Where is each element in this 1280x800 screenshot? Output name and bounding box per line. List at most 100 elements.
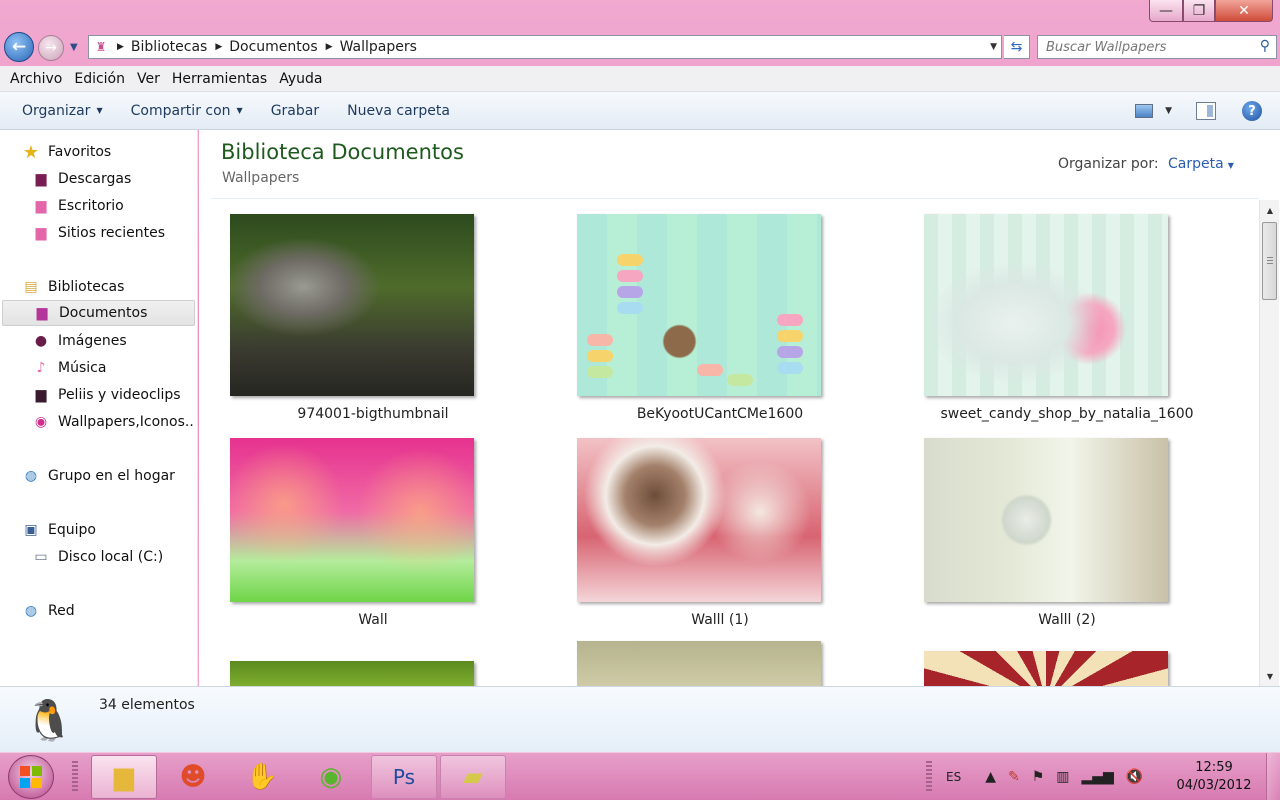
file-name: Walll (1) [691,612,749,628]
network-warning-icon[interactable]: ✎ [1008,769,1020,785]
show-hidden-icons-icon[interactable]: ▲ [985,769,996,785]
sidebar-item-imagenes[interactable]: ● Imágenes [32,328,127,354]
file-thumbnail [230,214,474,396]
file-item[interactable]: BeKyootUCantCMe1600 [546,214,894,429]
taskbar-grip[interactable] [72,761,78,793]
close-button[interactable]: ✕ [1215,0,1273,22]
scroll-down-icon[interactable]: ▼ [1260,668,1280,684]
file-item[interactable] [893,651,1241,686]
breadcrumb-documentos[interactable]: Documentos [229,39,317,55]
downloads-folder-icon: ▆ [35,171,47,187]
sidebar-item-musica[interactable]: ♪ Música [32,355,107,381]
taskbar-explorer-button[interactable]: ▆ [91,755,157,799]
file-item[interactable] [199,661,547,686]
address-dropdown-icon[interactable]: ▼ [990,42,997,52]
back-button[interactable]: ← [4,32,34,62]
new-folder-label: Nueva carpeta [347,102,450,119]
file-item[interactable] [546,641,894,686]
file-name: BeKyootUCantCMe1600 [636,406,804,422]
organize-button[interactable]: Organizar ▼ [14,103,111,119]
file-item[interactable]: Walll (2) [893,438,1241,653]
help-icon[interactable]: ? [1242,101,1262,121]
library-location-icon: ♜ [95,40,107,54]
sidebar-item-label: Sitios recientes [58,225,165,241]
share-with-button[interactable]: Compartir con ▼ [123,103,251,119]
sidebar-computer[interactable]: ▣ Equipo [22,517,96,543]
sidebar-item-documentos[interactable]: ▆ Documentos [2,300,195,326]
breadcrumb-bibliotecas[interactable]: Bibliotecas [131,39,207,55]
sidebar-network[interactable]: ◍ Red [22,598,75,624]
menu-ayuda[interactable]: Ayuda [273,71,328,87]
sidebar-item-label: Música [58,360,107,376]
spotify-icon: ◉ [319,762,343,792]
sidebar-item-peliis[interactable]: ▆ Peliis y videoclips [32,382,181,408]
show-desktop-button[interactable] [1266,753,1280,800]
file-name: Walll (2) [1038,612,1096,628]
sidebar-item-sitios-recientes[interactable]: ▆ Sitios recientes [32,220,165,246]
sidebar-homegroup[interactable]: ◍ Grupo en el hogar [22,463,175,489]
taskbar-app-button[interactable]: ✋ [229,755,295,799]
arrange-by-dropdown[interactable]: Carpeta ▼ [1168,156,1234,172]
signal-strength-icon[interactable]: ▂▄▆ [1082,769,1114,785]
taskbar-app-button[interactable]: ☻ [160,755,226,799]
search-input[interactable] [1038,36,1243,58]
menu-herramientas[interactable]: Herramientas [166,71,273,87]
start-button[interactable] [8,755,54,799]
breadcrumb-separator-icon[interactable]: ▶ [117,42,124,52]
details-pane: 🐧 34 elementos [0,686,1280,752]
sidebar-item-disco-local[interactable]: ▭ Disco local (C:) [32,544,163,570]
breadcrumb: ▶ Bibliotecas ▶ Documentos ▶ Wallpapers [109,39,417,55]
minimize-button[interactable]: — [1149,0,1183,22]
libraries-icon: ▤ [24,279,38,295]
breadcrumb-wallpapers[interactable]: Wallpapers [340,39,417,55]
desktop-folder-icon: ▆ [35,198,47,214]
taskbar-spotify-button[interactable]: ◉ [298,755,364,799]
scroll-up-icon[interactable]: ▲ [1260,202,1280,218]
language-indicator[interactable]: ES [946,770,961,784]
file-item[interactable]: 974001-bigthumbnail [199,214,547,429]
preview-pane-icon[interactable] [1196,102,1216,120]
menu-archivo[interactable]: Archivo [4,71,68,87]
macaron-shape [617,254,643,266]
homegroup-icon: ◍ [24,468,38,484]
action-center-flag-icon[interactable]: ⚑ [1032,769,1045,785]
taskbar-grip[interactable] [926,761,932,793]
file-item[interactable]: sweet_candy_shop_by_natalia_1600 [893,214,1241,429]
command-bar: Organizar ▼ Compartir con ▼ Grabar Nueva c… [0,92,1280,130]
address-bar[interactable]: ♜ ▶ Bibliotecas ▶ Documentos ▶ Wallpaper… [88,35,1002,59]
star-icon: ★ [22,141,40,163]
sidebar-item-escritorio[interactable]: ▆ Escritorio [32,193,124,219]
breadcrumb-separator-icon[interactable]: ▶ [326,42,333,52]
maximize-button[interactable]: ❐ [1183,0,1215,22]
menu-edicion[interactable]: Edición [68,71,131,87]
volume-muted-icon[interactable]: 🔇 [1126,769,1143,785]
new-folder-button[interactable]: Nueva carpeta [339,103,458,119]
search-icon[interactable]: ⚲ [1260,38,1270,54]
device-icon[interactable]: ▥ [1056,769,1069,785]
burn-button[interactable]: Grabar [263,103,327,119]
sidebar-computer-label: Equipo [48,522,96,538]
file-item[interactable]: Wall [199,438,547,653]
sidebar-favorites[interactable]: ★ Favoritos [22,139,111,165]
refresh-button[interactable]: ⇆ [1004,35,1030,59]
taskbar-sticky-notes-button[interactable]: ▰ [440,755,506,799]
taskbar-photoshop-button[interactable]: Ps [371,755,437,799]
sidebar-item-wallpapers-iconos[interactable]: ◉ Wallpapers,Iconos.. [32,409,194,435]
view-options-dropdown-icon[interactable]: ▼ [1165,106,1172,116]
breadcrumb-separator-icon[interactable]: ▶ [215,42,222,52]
scrollbar-thumb[interactable] [1262,222,1277,300]
recent-pages-dropdown[interactable]: ▼ [70,42,78,53]
change-view-icon[interactable] [1135,104,1154,118]
organize-label: Organizar [22,102,91,119]
clock[interactable]: 12:59 04/03/2012 [1164,759,1264,795]
vertical-scrollbar[interactable]: ▲ ▼ [1259,200,1279,686]
sidebar-libraries[interactable]: ▤ Bibliotecas [22,274,124,300]
menu-ver[interactable]: Ver [131,71,166,87]
file-item[interactable]: Walll (1) [546,438,894,653]
sidebar-item-descargas[interactable]: ▆ Descargas [32,166,132,192]
library-subtitle: Wallpapers [222,170,300,186]
navigation-bar: ← → ▼ ♜ ▶ Bibliotecas ▶ Documentos ▶ Wal… [0,28,1280,66]
forward-button[interactable]: → [38,35,64,61]
sidebar-item-label: Descargas [58,171,132,187]
file-thumbnail [577,438,821,602]
